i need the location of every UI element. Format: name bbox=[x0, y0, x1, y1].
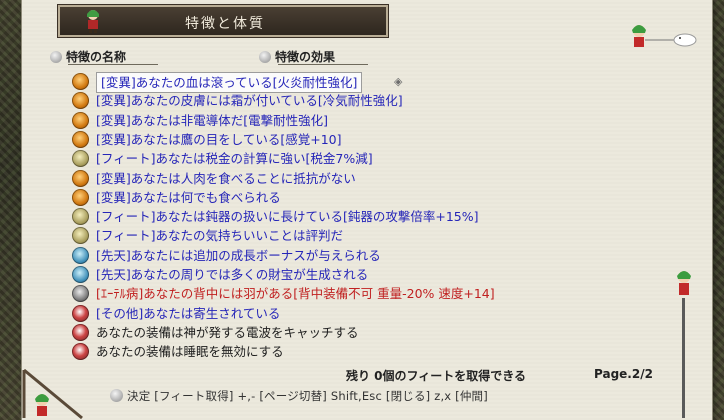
trait-text: [変異]あなたは非電導体だ[電撃耐性強化] bbox=[96, 112, 329, 128]
equipment-icon bbox=[72, 323, 89, 341]
name-header-label: 特徴の名称 bbox=[66, 50, 127, 64]
trait-text: あなたの装備は神が発する電波をキャッチする bbox=[96, 324, 359, 340]
column-header-effect: 特徴の効果 bbox=[259, 48, 335, 65]
character-portrait-icon bbox=[87, 10, 99, 33]
character-sprite-icon bbox=[632, 25, 697, 47]
feat-icon bbox=[72, 150, 89, 168]
window-title-bar: 特徴と体質 bbox=[58, 5, 388, 37]
selection-cursor-icon: ◈ bbox=[394, 75, 403, 88]
trait-text: [フィート]あなたの気持ちいいことは評判だ bbox=[96, 228, 344, 244]
header-underline bbox=[278, 64, 368, 65]
trait-text: [ｴｰﾃﾙ病]あなたの背中には羽がある[背中装備不可 重量-20% 速度+14] bbox=[96, 286, 495, 302]
window-title: 特徴と体質 bbox=[185, 16, 265, 32]
trait-row[interactable]: [変異]あなたは鷹の目をしている[感覚+10] bbox=[70, 130, 690, 149]
bullet-icon bbox=[259, 51, 271, 63]
trait-text: [フィート]あなたは税金の計算に強い[税金7%減] bbox=[96, 151, 373, 167]
other-icon bbox=[72, 304, 89, 322]
column-header-name: 特徴の名称 bbox=[50, 48, 126, 65]
innate-icon bbox=[72, 246, 89, 264]
trait-row[interactable]: あなたの装備は睡眠を無効にする bbox=[70, 342, 690, 361]
trait-row[interactable]: [変異]あなたは人肉を食べることに抵抗がない bbox=[70, 169, 690, 188]
equipment-icon bbox=[72, 343, 89, 361]
trait-text: [その他]あなたは寄生されている bbox=[96, 305, 281, 321]
trait-text: [変異]あなたの皮膚には霜が付いている[冷気耐性強化] bbox=[96, 93, 403, 109]
trait-text: [変異]あなたは鷹の目をしている[感覚+10] bbox=[96, 131, 342, 147]
trait-row[interactable]: [フィート]あなたは税金の計算に強い[税金7%減] bbox=[70, 149, 690, 168]
mutation-icon bbox=[72, 73, 89, 90]
trait-row[interactable]: [変異]あなたの皮膚には霜が付いている[冷気耐性強化] bbox=[70, 91, 690, 110]
trait-text: [フィート]あなたは鈍器の扱いに長けている[鈍器の攻撃倍率+15%] bbox=[96, 209, 479, 225]
keyboard-icon bbox=[110, 389, 123, 402]
page-indicator: Page.2/2 bbox=[594, 367, 653, 381]
character-on-pole-icon bbox=[677, 271, 691, 418]
trait-row[interactable]: [フィート]あなたの気持ちいいことは評判だ bbox=[70, 226, 690, 245]
effect-header-label: 特徴の効果 bbox=[275, 50, 336, 64]
trait-row[interactable]: [フィート]あなたは鈍器の扱いに長けている[鈍器の攻撃倍率+15%] bbox=[70, 207, 690, 226]
ether-disease-icon bbox=[72, 285, 89, 303]
trait-text: あなたの装備は睡眠を無効にする bbox=[96, 344, 284, 360]
trait-text: [変異]あなたは人肉を食べることに抵抗がない bbox=[96, 170, 356, 186]
mutation-icon bbox=[72, 130, 89, 148]
mutation-icon bbox=[72, 169, 89, 187]
bullet-icon bbox=[50, 51, 62, 63]
innate-icon bbox=[72, 266, 89, 283]
feat-icon bbox=[72, 227, 89, 245]
key-help: 決定 [フィート取得] +,- [ページ切替] Shift,Esc [閉じる] … bbox=[110, 388, 488, 404]
trait-text: [変異]あなたは何でも食べられる bbox=[96, 189, 281, 205]
trait-row[interactable]: [その他]あなたは寄生されている bbox=[70, 304, 690, 323]
trait-row[interactable]: [変異]あなたは非電導体だ[電撃耐性強化] bbox=[70, 111, 690, 130]
feat-icon bbox=[72, 208, 89, 226]
mutation-icon bbox=[72, 111, 89, 129]
traits-window: 特徴と体質 特徴の名称 特徴の効果 [変異]あなたの血は滾っている[火炎耐性強化… bbox=[22, 0, 712, 420]
character-corner-icon bbox=[22, 368, 83, 420]
trait-row[interactable]: [先天]あなたには追加の成長ボーナスが与えられる bbox=[70, 246, 690, 265]
trait-row[interactable]: [変異]あなたは何でも食べられる bbox=[70, 188, 690, 207]
trait-row[interactable]: あなたの装備は神が発する電波をキャッチする bbox=[70, 323, 690, 342]
trait-row[interactable]: [変異]あなたの血は滾っている[火炎耐性強化] ◈ bbox=[70, 72, 690, 93]
feats-remaining-text: 残り 0個のフィートを取得できる bbox=[346, 369, 527, 383]
trait-row[interactable]: [先天]あなたの周りでは多くの財宝が生成される bbox=[70, 265, 690, 284]
trait-text: [変異]あなたの血は滾っている[火炎耐性強化] bbox=[96, 72, 363, 93]
trait-text: [先天]あなたには追加の成長ボーナスが与えられる bbox=[96, 247, 381, 263]
header-underline bbox=[68, 64, 158, 65]
mutation-icon bbox=[72, 92, 89, 110]
key-help-text: 決定 [フィート取得] +,- [ページ切替] Shift,Esc [閉じる] … bbox=[127, 389, 488, 403]
trait-row[interactable]: [ｴｰﾃﾙ病]あなたの背中には羽がある[背中装備不可 重量-20% 速度+14] bbox=[70, 284, 690, 303]
trait-text: [先天]あなたの周りでは多くの財宝が生成される bbox=[96, 267, 369, 282]
mutation-icon bbox=[72, 188, 89, 206]
